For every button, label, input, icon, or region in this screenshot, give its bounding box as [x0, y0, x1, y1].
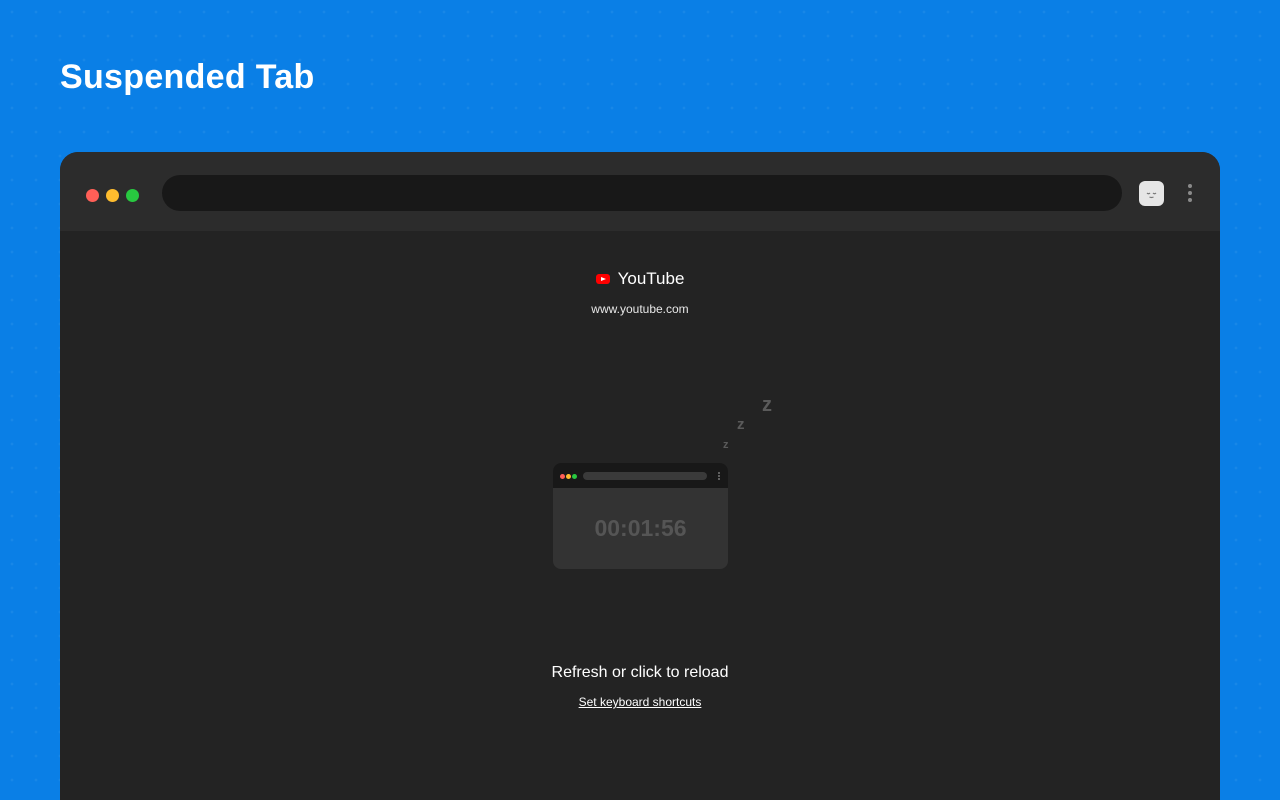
site-url: www.youtube.com	[591, 302, 689, 316]
suspended-timer: 00:01:56	[594, 515, 687, 541]
site-title: YouTube	[60, 269, 1220, 289]
browser-window: YouTube www.youtube.com z z z 00:01:56 R…	[60, 152, 1220, 800]
keyboard-shortcuts-link[interactable]: Set keyboard shortcuts	[60, 695, 1220, 709]
mini-kebab-icon	[718, 472, 720, 480]
minimize-window-button[interactable]	[106, 189, 119, 202]
mini-maximize-dot	[572, 474, 577, 479]
zzz-large: z	[762, 394, 772, 416]
mini-minimize-dot	[566, 474, 571, 479]
site-name: YouTube	[617, 269, 685, 288]
reload-message[interactable]: Refresh or click to reload	[60, 664, 1220, 682]
sleeping-face-glyph	[1146, 192, 1157, 199]
browser-toolbar	[60, 152, 1220, 231]
address-bar[interactable]	[162, 175, 1122, 211]
zzz-medium: z	[737, 416, 745, 433]
kebab-menu-icon[interactable]	[1180, 183, 1200, 203]
maximize-window-button[interactable]	[126, 189, 139, 202]
close-window-button[interactable]	[86, 189, 99, 202]
mini-close-dot	[560, 474, 565, 479]
sleeping-tab-illustration[interactable]: 00:01:56	[553, 463, 728, 569]
mini-address-bar	[583, 472, 707, 480]
zzz-small: z	[723, 439, 729, 451]
sleeping-face-icon[interactable]	[1139, 181, 1164, 206]
mini-browser-toolbar	[553, 463, 728, 488]
youtube-icon	[595, 274, 610, 284]
page-heading: Suspended Tab	[60, 58, 315, 96]
